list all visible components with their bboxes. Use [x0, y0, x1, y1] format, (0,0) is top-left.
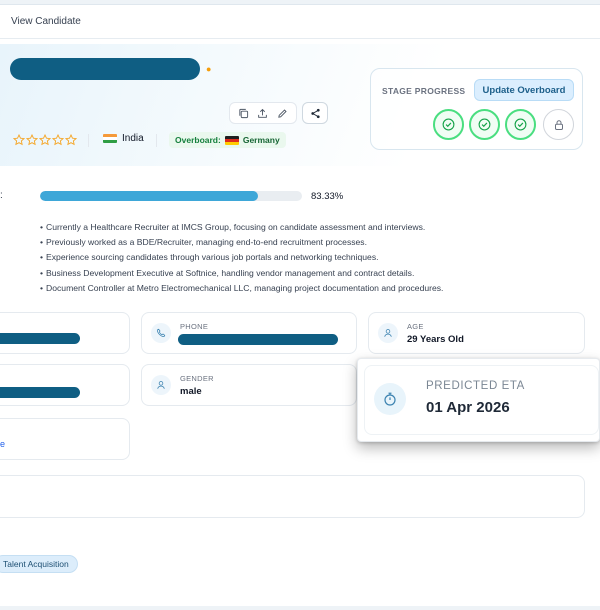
- upload-icon[interactable]: [254, 104, 272, 122]
- overboard-label: Overboard:: [175, 135, 221, 145]
- gender-value: male: [180, 386, 202, 397]
- star-icon: [39, 134, 51, 146]
- gender-label: GENDER: [180, 374, 214, 383]
- phone-icon: [151, 323, 171, 343]
- stopwatch-icon: [374, 383, 406, 415]
- star-icon: [52, 134, 64, 146]
- star-icon: [26, 134, 38, 146]
- predicted-eta-value: 01 Apr 2026: [426, 399, 510, 416]
- divider: [156, 134, 157, 147]
- phone-label: PHONE: [180, 322, 209, 331]
- field-card-redacted: [0, 364, 130, 406]
- overboard-country: Germany: [242, 135, 280, 145]
- field-card-empty: [0, 475, 585, 518]
- stage-step-complete[interactable]: [433, 109, 464, 140]
- field-card-redacted: [0, 312, 130, 354]
- page-title: View Candidate: [11, 16, 81, 27]
- field-card-gender: GENDER male: [141, 364, 357, 406]
- predicted-eta-label: PREDICTED ETA: [426, 380, 525, 392]
- stage-progress-panel: STAGE PROGRESS Update Overboard: [370, 68, 583, 150]
- profile-completion-fill: [40, 191, 259, 201]
- summary-item: Experience sourcing candidates through v…: [40, 250, 580, 265]
- user-icon: [378, 323, 398, 343]
- experience-summary: Currently a Healthcare Recruiter at IMCS…: [40, 220, 580, 296]
- field-card-phone: PHONE: [141, 312, 357, 354]
- star-icon: [13, 134, 25, 146]
- profile-completion-bar: [40, 191, 302, 201]
- germany-flag-icon: [224, 135, 239, 145]
- copy-icon[interactable]: [235, 104, 253, 122]
- check-circle-icon: [442, 118, 455, 131]
- update-overboard-button[interactable]: Update Overboard: [474, 79, 574, 101]
- stage-progress-label: STAGE PROGRESS: [382, 86, 466, 96]
- lock-icon: [554, 119, 563, 130]
- summary-item: Previously worked as a BDE/Recruiter, ma…: [40, 235, 580, 250]
- stage-step-complete[interactable]: [469, 109, 500, 140]
- star-icon: [65, 134, 77, 146]
- redacted-value: [0, 387, 80, 398]
- summary-item: Currently a Healthcare Recruiter at IMCS…: [40, 220, 580, 235]
- skill-tag: Talent Acquisition: [0, 555, 78, 573]
- field-card-link: [0, 418, 130, 460]
- stage-step-complete[interactable]: [505, 109, 536, 140]
- profile-completion-percent: 83.33%: [311, 191, 344, 202]
- country-badge: India: [103, 133, 144, 144]
- summary-item: Document Controller at Metro Electromech…: [40, 281, 580, 296]
- user-icon: [151, 375, 171, 395]
- profile-actions: [229, 102, 297, 124]
- predicted-eta-card: PREDICTED ETA 01 Apr 2026: [357, 358, 600, 442]
- summary-item: Business Development Executive at Softni…: [40, 266, 580, 281]
- rating-stars[interactable]: [13, 134, 77, 146]
- field-card-age: AGE 29 Years Old: [368, 312, 585, 354]
- stage-step-locked[interactable]: [543, 109, 574, 140]
- share-icon: [310, 108, 320, 118]
- edit-icon[interactable]: [273, 104, 291, 122]
- progress-label: :: [0, 190, 3, 201]
- check-circle-icon: [514, 118, 527, 131]
- overboard-badge: Overboard: Germany: [169, 132, 286, 148]
- age-value: 29 Years Old: [407, 334, 464, 345]
- share-button[interactable]: [302, 102, 328, 124]
- india-flag-icon: [103, 134, 117, 143]
- check-circle-icon: [478, 118, 491, 131]
- profile-link[interactable]: e: [0, 439, 5, 449]
- phone-value-redacted: [178, 334, 338, 345]
- candidate-name-redacted: [10, 58, 200, 80]
- status-dot-icon: ●: [206, 64, 212, 74]
- age-label: AGE: [407, 322, 424, 331]
- divider: [88, 134, 89, 147]
- country-label: India: [122, 133, 144, 144]
- page-header: View Candidate: [0, 5, 600, 39]
- redacted-value: [0, 333, 80, 344]
